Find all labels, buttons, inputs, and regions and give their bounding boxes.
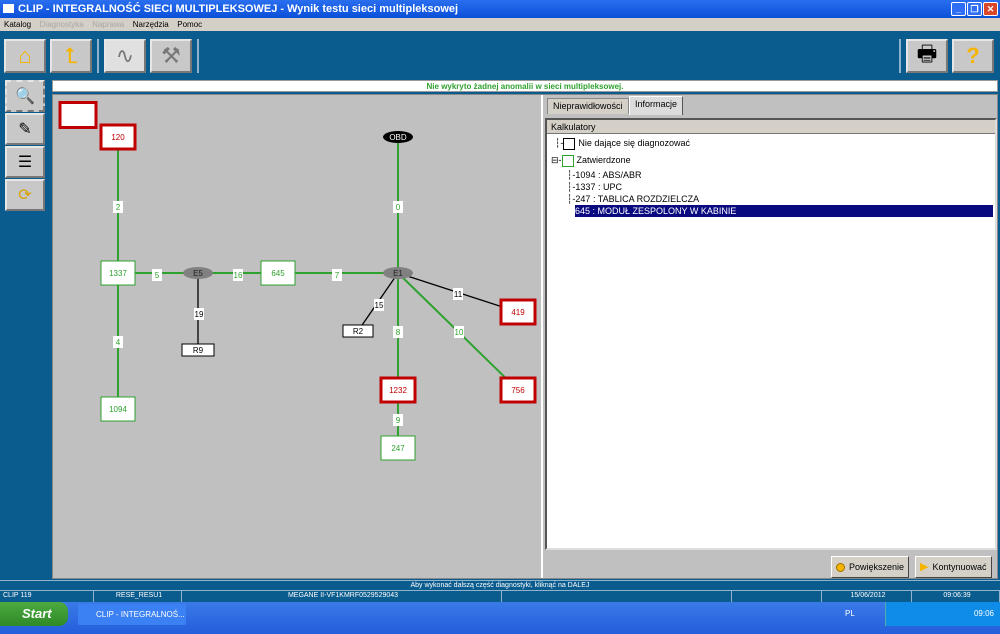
node-label: R2 (353, 327, 364, 336)
play-arrow-icon: ▶ (920, 561, 929, 573)
minimize-button[interactable]: _ (951, 2, 966, 16)
list-settings-icon[interactable]: ☰ (5, 146, 45, 178)
tree-item[interactable]: ┆-1094 : ABS/ABR (567, 169, 641, 181)
edge-label: 9 (396, 416, 401, 425)
edge-label: 0 (396, 203, 401, 212)
help-icon[interactable]: ? (952, 39, 994, 73)
node-label: 1094 (109, 405, 127, 414)
green-box-icon (561, 154, 574, 167)
tab-informacje[interactable]: Informacje (629, 96, 684, 115)
edge-label: 10 (455, 328, 464, 337)
node-label: 756 (511, 386, 525, 395)
node-label: 120 (111, 133, 125, 142)
status-bar: CLIP 119 RESE_RESU1 MEGANE II-VF1KMRF052… (0, 590, 1000, 602)
status-cell: RESE_RESU1 (94, 591, 182, 602)
edge-label: 16 (234, 271, 243, 280)
calculator-tree: Kalkulatory ┆- Nie dające się diagnozować… (545, 118, 997, 550)
menu-katalog[interactable]: Katalog (4, 20, 31, 29)
tree-item[interactable]: ┆-247 : TABLICA ROZDZIELCZA (567, 193, 699, 205)
node-label: 1337 (109, 269, 127, 278)
menu-pomoc[interactable]: Pomoc (177, 20, 202, 29)
edge-label: 8 (396, 328, 401, 337)
zoom-search-icon[interactable]: 🔍 (5, 80, 45, 112)
cycle-arrows-icon[interactable]: ⟳ (5, 179, 45, 211)
node-label: 645 (271, 269, 285, 278)
status-cell: CLIP 119 (0, 591, 94, 602)
toolbar: ⌂ ⮤ ∿ ⚒ 🖶 ? (0, 31, 1000, 79)
zoom-button[interactable]: Powiększenie (831, 556, 910, 578)
yellow-circle-icon (836, 562, 845, 572)
menu-bar: Katalog Diagnostyka Naprawa Narzędzia Po… (0, 18, 1000, 31)
ecu-node-blank (58, 101, 98, 129)
tree-item[interactable]: ┆-1337 : UPC (567, 181, 622, 193)
start-button[interactable]: Start (0, 602, 68, 626)
tree-item-approved[interactable]: ⊟- Zatwierdzone (551, 154, 631, 167)
highlight-pen-icon[interactable]: ✎ (5, 113, 45, 145)
taskbar: Start CLIP - INTEGRALNOŚ... PL 09:06 (0, 602, 1000, 634)
toolbar-separator (197, 39, 199, 73)
printer-icon[interactable]: 🖶 (906, 39, 948, 73)
edge-label: 15 (375, 301, 384, 310)
tree-item-selected[interactable]: 645 : MODUŁ ZESPOLONY W KABINIE (575, 205, 993, 217)
status-cell: MEGANE II-VF1KMRF0529529043 (182, 591, 502, 602)
status-cell: 09:06:39 (912, 591, 1000, 602)
taskbar-app-button[interactable]: CLIP - INTEGRALNOŚ... (78, 604, 186, 625)
node-label: R9 (193, 346, 204, 355)
toolbar-separator (97, 39, 99, 73)
edge-label: 2 (116, 203, 121, 212)
window-title: CLIP - INTEGRALNOŚĆ SIECI MULTIPLEKSOWEJ… (18, 3, 459, 15)
black-box-icon (563, 137, 576, 150)
continue-button[interactable]: ▶ Kontynuować (915, 556, 992, 578)
toolbar-separator (899, 39, 901, 73)
close-button[interactable]: ✕ (983, 2, 998, 16)
node-label: 1232 (389, 386, 407, 395)
network-cable-icon[interactable]: ∿ (104, 39, 146, 73)
title-bar: CLIP - INTEGRALNOŚĆ SIECI MULTIPLEKSOWEJ… (0, 0, 1000, 18)
tree-item-undiagnosable[interactable]: ┆- Nie dające się diagnozować (555, 137, 690, 150)
node-label: OBD (389, 133, 407, 142)
status-cell: 15/06/2012 (822, 591, 912, 602)
maximize-button[interactable]: ❐ (967, 2, 982, 16)
node-label: 247 (391, 444, 405, 453)
status-message: Nie wykryto żadnej anomalii w sieci mult… (52, 80, 998, 92)
edge-label: 19 (195, 310, 204, 319)
edge-label: 11 (454, 290, 463, 299)
menu-narzedzia[interactable]: Narzędzia (133, 20, 169, 29)
node-label: E1 (393, 269, 403, 278)
network-diagram: 25 16 701915118 104912013371094645OBDE5 E1R9… (58, 95, 543, 578)
edge-label: 7 (335, 271, 340, 280)
app-icon (3, 4, 14, 13)
status-cell (732, 591, 822, 602)
menu-naprawa: Naprawa (92, 20, 125, 29)
main-area: 2 5 16 7 0 19 15 11 8 10 4 9 120 1337 1094 645 OBD E5 E1 R9… (52, 94, 998, 579)
edge-label: 4 (116, 338, 121, 347)
status-cell (502, 591, 732, 602)
back-icon[interactable]: ⮤ (50, 39, 92, 73)
collapse-icon[interactable]: ⊟ (551, 155, 559, 165)
tools-icon[interactable]: ⚒ (150, 39, 192, 73)
menu-diagnostyka: Diagnostyka (39, 20, 84, 29)
language-indicator[interactable]: PL (845, 609, 855, 618)
clock: 09:06 (973, 609, 994, 618)
tree-header: Kalkulatory (547, 120, 995, 134)
node-label: 419 (511, 308, 525, 317)
home-icon[interactable]: ⌂ (4, 39, 46, 73)
node-label: E5 (193, 269, 203, 278)
footer-message: Aby wykonać dalszą część diagnostyki, kl… (0, 580, 1000, 590)
info-panel: Nieprawidłowości Informacje Kalkulatory … (545, 95, 997, 578)
edge-label: 5 (155, 271, 160, 280)
tab-nieprawidlowosci[interactable]: Nieprawidłowości (547, 98, 629, 114)
system-tray: 09:06 (885, 602, 1000, 626)
